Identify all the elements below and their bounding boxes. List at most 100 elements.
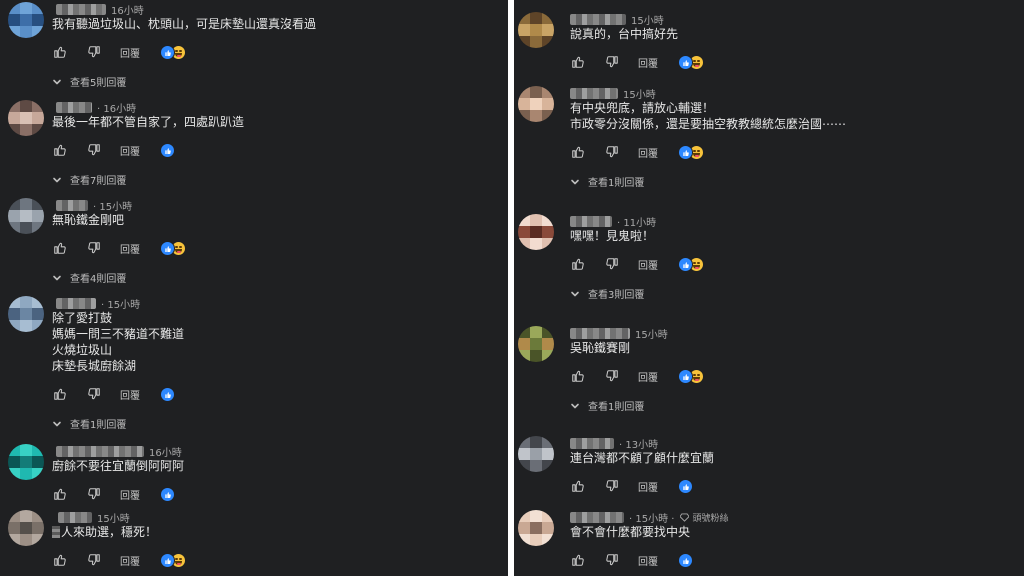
view-replies-link[interactable]: 查看4則回覆 <box>52 270 126 285</box>
thumbs-down-icon[interactable] <box>86 386 102 402</box>
view-replies-link[interactable]: 查看1則回覆 <box>570 398 644 413</box>
comment-timestamp[interactable]: 15小時 <box>635 326 668 341</box>
thumbs-up-icon[interactable] <box>52 240 68 256</box>
chevron-down-icon <box>53 275 61 280</box>
avatar[interactable] <box>8 510 44 546</box>
blurred-username[interactable] <box>570 215 612 227</box>
reply-button[interactable]: 回覆 <box>638 369 658 384</box>
reply-button[interactable]: 回覆 <box>120 241 140 256</box>
thumbs-up-icon[interactable] <box>52 386 68 402</box>
reply-button[interactable]: 回覆 <box>120 387 140 402</box>
comment-actions: 回覆 <box>52 486 176 502</box>
comment-timestamp[interactable]: 15小時 <box>97 510 130 525</box>
thumbs-down-icon[interactable] <box>604 478 620 494</box>
reply-button[interactable]: 回覆 <box>638 55 658 70</box>
reaction-summary[interactable] <box>678 478 694 494</box>
thumbs-down-icon[interactable] <box>604 54 620 70</box>
thumbs-down-icon[interactable] <box>86 552 102 568</box>
comment-timestamp[interactable]: · 13小時 <box>619 436 658 451</box>
avatar[interactable] <box>8 2 44 38</box>
blurred-username[interactable] <box>58 511 92 523</box>
chevron-down-icon <box>571 179 579 184</box>
reply-button[interactable]: 回覆 <box>638 257 658 272</box>
view-replies-link[interactable]: 查看1則回覆 <box>52 416 126 431</box>
thumbs-down-icon[interactable] <box>604 552 620 568</box>
reply-button[interactable]: 回覆 <box>638 553 658 568</box>
reaction-summary[interactable] <box>160 240 187 256</box>
blurred-username[interactable] <box>570 13 626 25</box>
blurred-username[interactable] <box>570 327 630 339</box>
reply-button[interactable]: 回覆 <box>120 553 140 568</box>
reaction-summary[interactable] <box>160 486 176 502</box>
thumbs-down-icon[interactable] <box>86 44 102 60</box>
comment-timestamp[interactable]: · 15小時 <box>93 198 132 213</box>
thumbs-up-icon[interactable] <box>570 256 586 272</box>
reply-button[interactable]: 回覆 <box>120 487 140 502</box>
comment-timestamp[interactable]: 15小時 <box>631 12 664 27</box>
thumbs-down-icon[interactable] <box>86 240 102 256</box>
avatar[interactable] <box>8 100 44 136</box>
reaction-summary[interactable] <box>160 552 187 568</box>
blurred-username[interactable] <box>56 445 144 457</box>
reaction-summary[interactable] <box>160 44 187 60</box>
avatar[interactable] <box>8 444 44 480</box>
comment-text: 有中央兜底，請放心輔選！ <box>570 101 715 115</box>
reply-button[interactable]: 回覆 <box>120 143 140 158</box>
reply-button[interactable]: 回覆 <box>638 479 658 494</box>
thumbs-up-icon[interactable] <box>52 552 68 568</box>
thumbs-down-icon[interactable] <box>604 368 620 384</box>
thumbs-up-icon[interactable] <box>52 142 68 158</box>
comment-timestamp[interactable]: · 15小時 · <box>629 510 674 525</box>
view-replies-link[interactable]: 查看7則回覆 <box>52 172 126 187</box>
thumbs-down-icon[interactable] <box>86 486 102 502</box>
like-reaction-icon <box>678 145 693 160</box>
comment-timestamp[interactable]: · 15小時 <box>101 296 140 311</box>
comment-timestamp[interactable]: · 16小時 <box>97 100 136 115</box>
like-reaction-icon <box>160 553 175 568</box>
view-replies-link[interactable]: 查看5則回覆 <box>52 74 126 89</box>
avatar[interactable] <box>518 326 554 362</box>
thumbs-up-icon[interactable] <box>52 486 68 502</box>
blurred-username[interactable] <box>570 437 614 449</box>
reaction-summary[interactable] <box>678 256 705 272</box>
comment-timestamp[interactable]: 16小時 <box>111 2 144 17</box>
thumbs-up-icon[interactable] <box>570 478 586 494</box>
avatar[interactable] <box>518 86 554 122</box>
reply-button[interactable]: 回覆 <box>638 145 658 160</box>
reaction-summary[interactable] <box>678 54 705 70</box>
view-replies-link[interactable]: 查看1則回覆 <box>570 174 644 189</box>
blurred-username[interactable] <box>56 297 96 309</box>
thumbs-down-icon[interactable] <box>604 144 620 160</box>
blurred-username[interactable] <box>570 87 618 99</box>
thumbs-up-icon[interactable] <box>570 552 586 568</box>
avatar[interactable] <box>518 510 554 546</box>
view-replies-link[interactable]: 查看3則回覆 <box>570 286 644 301</box>
reaction-summary[interactable] <box>678 552 694 568</box>
thumbs-up-icon[interactable] <box>570 368 586 384</box>
avatar[interactable] <box>518 436 554 472</box>
reply-button[interactable]: 回覆 <box>120 45 140 60</box>
avatar[interactable] <box>518 12 554 48</box>
comment-timestamp[interactable]: 16小時 <box>149 444 182 459</box>
comments-panel-right: 15小時 說真的，台中搞好先 回覆 15小時 有中央兜底，請放心輔選！ 市政零分沒關係，還… <box>514 0 1024 576</box>
avatar[interactable] <box>8 296 44 332</box>
reaction-summary[interactable] <box>678 368 705 384</box>
comment-meta: 15小時 <box>570 12 664 27</box>
blurred-username[interactable] <box>56 3 106 15</box>
avatar[interactable] <box>8 198 44 234</box>
thumbs-up-icon[interactable] <box>570 144 586 160</box>
thumbs-up-icon[interactable] <box>570 54 586 70</box>
reaction-summary[interactable] <box>160 386 176 402</box>
reaction-summary[interactable] <box>160 142 176 158</box>
blurred-username[interactable] <box>56 101 92 113</box>
thumbs-down-icon[interactable] <box>604 256 620 272</box>
avatar[interactable] <box>518 214 554 250</box>
thumbs-up-icon[interactable] <box>52 44 68 60</box>
comment-timestamp[interactable]: 15小時 <box>623 86 656 101</box>
reaction-summary[interactable] <box>678 144 705 160</box>
comment-timestamp[interactable]: · 11小時 <box>617 214 656 229</box>
blurred-username[interactable] <box>56 199 88 211</box>
comment-actions: 回覆 <box>570 54 705 70</box>
thumbs-down-icon[interactable] <box>86 142 102 158</box>
blurred-username[interactable] <box>570 511 624 523</box>
